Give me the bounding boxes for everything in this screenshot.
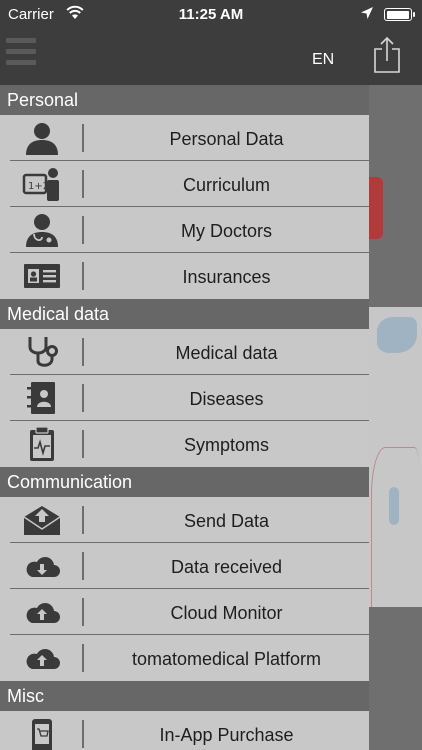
- cloud-upload-icon: [26, 603, 60, 623]
- menu-item-in-app-purchase[interactable]: In-App Purchase: [0, 711, 369, 750]
- curriculum-icon: 1+2: [22, 168, 59, 201]
- section-header-misc: Misc: [0, 681, 369, 711]
- menu-item-label: Cloud Monitor: [170, 603, 283, 623]
- menu-item-curriculum[interactable]: 1+2 Curriculum: [0, 161, 369, 207]
- id-card-icon: [24, 264, 60, 288]
- menu-item-tomatomedical-platform[interactable]: tomatomedical Platform: [0, 635, 369, 681]
- status-bar: Carrier 11:25 AM: [0, 0, 422, 30]
- top-bar: Carrier 11:25 AM EN: [0, 0, 422, 85]
- contacts-book-icon: [27, 382, 55, 414]
- svg-text:1+2: 1+2: [28, 181, 49, 192]
- person-icon: [26, 123, 58, 155]
- menu-item-label: Data received: [170, 557, 283, 577]
- side-menu: Personal Personal Data 1+2 Curriculum My…: [0, 85, 369, 750]
- background-page: [369, 85, 422, 750]
- menu-item-label: Medical data: [175, 343, 278, 363]
- clipboard-pulse-icon: [30, 427, 54, 461]
- menu-item-label: Send Data: [183, 511, 270, 531]
- background-map: [369, 307, 422, 607]
- stethoscope-icon: [28, 337, 58, 367]
- cloud-upload-icon: [26, 649, 60, 669]
- clock: 11:25 AM: [178, 6, 244, 23]
- battery-icon: [384, 8, 415, 21]
- menu-item-send-data[interactable]: Send Data: [0, 497, 369, 543]
- menu-item-symptoms[interactable]: Symptoms: [0, 421, 369, 467]
- menu-item-label: My Doctors: [180, 221, 272, 241]
- section-header-personal: Personal: [0, 85, 369, 115]
- menu-item-data-received[interactable]: Data received: [0, 543, 369, 589]
- menu-item-label: Diseases: [189, 389, 264, 409]
- cloud-download-icon: [26, 557, 60, 577]
- section-header-medical-data: Medical data: [0, 299, 369, 329]
- menu-item-label: Curriculum: [182, 175, 270, 195]
- share-icon[interactable]: [372, 36, 402, 74]
- menu-item-insurances[interactable]: Insurances: [0, 253, 369, 299]
- menu-item-diseases[interactable]: Diseases: [0, 375, 369, 421]
- menu-item-label: tomatomedical Platform: [131, 649, 322, 669]
- menu-item-personal-data[interactable]: Personal Data: [0, 115, 369, 161]
- menu-item-my-doctors[interactable]: My Doctors: [0, 207, 369, 253]
- shopping-icon: [32, 719, 52, 750]
- location-arrow-icon: [361, 7, 373, 19]
- menu-item-cloud-monitor[interactable]: Cloud Monitor: [0, 589, 369, 635]
- menu-item-label: Symptoms: [183, 435, 270, 455]
- menu-icon[interactable]: [6, 38, 36, 72]
- section-header-communication: Communication: [0, 467, 369, 497]
- language-selector[interactable]: EN: [312, 51, 334, 69]
- menu-item-label: Insurances: [182, 267, 271, 287]
- inbox-upload-icon: [23, 506, 61, 535]
- menu-item-label: Personal Data: [169, 129, 284, 149]
- background-button: [369, 177, 383, 239]
- doctor-icon: [26, 214, 58, 247]
- menu-item-label: In-App Purchase: [159, 725, 294, 745]
- menu-item-medical-data[interactable]: Medical data: [0, 329, 369, 375]
